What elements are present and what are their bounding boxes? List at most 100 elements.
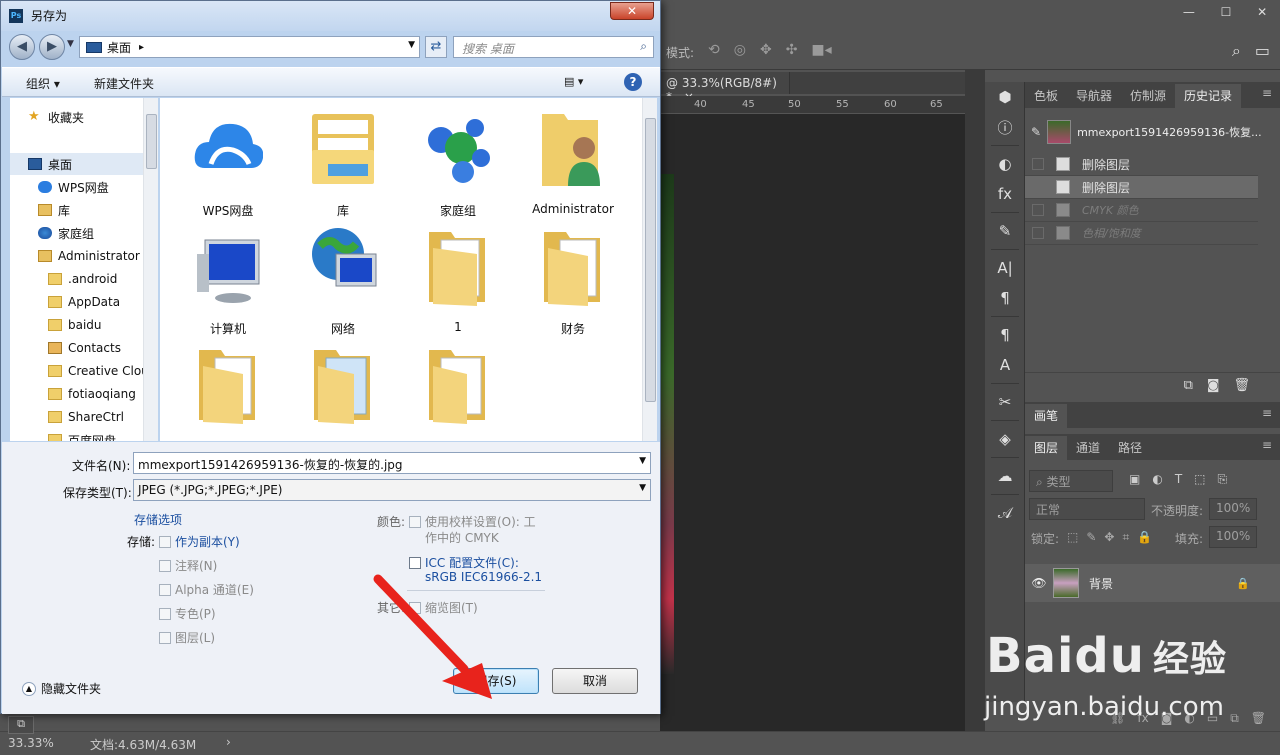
file-item-computer[interactable]: 计算机	[175, 216, 275, 336]
tab-paths[interactable]: 路径	[1109, 436, 1151, 460]
minimize-icon[interactable]: —	[1183, 5, 1195, 19]
slide-icon[interactable]: ✣	[786, 42, 798, 58]
maximize-icon[interactable]: ☐	[1221, 5, 1232, 19]
file-item-homegroup[interactable]: 家庭组	[405, 98, 505, 218]
file-item-folder[interactable]: 财务	[520, 216, 620, 336]
filetype-select[interactable]: JPEG (*.JPG;*.JPEG;*.JPE) ▼	[133, 479, 651, 501]
search-input[interactable]: 搜索 桌面 ⌕	[453, 36, 654, 58]
file-item-network[interactable]: 网络	[290, 216, 390, 336]
search-icon[interactable]: ⌕	[1232, 41, 1241, 61]
workspace-icon[interactable]: ▭	[1255, 41, 1270, 61]
new-document-icon[interactable]: ⧉	[1184, 378, 1193, 398]
glyphs-icon[interactable]: 𝒜	[985, 498, 1025, 528]
history-checkbox[interactable]	[1032, 227, 1044, 239]
tab-navigator[interactable]: 导航器	[1067, 84, 1121, 108]
layer-row[interactable]: 👁 背景 🔒	[1025, 564, 1280, 602]
eye-icon[interactable]: 👁	[1025, 576, 1053, 590]
paragraph-icon[interactable]: ¶	[985, 283, 1025, 313]
orbit-icon[interactable]: ⟲	[708, 42, 720, 58]
paragraph-styles-icon[interactable]: ¶	[985, 320, 1025, 350]
type-filter-icon[interactable]: T	[1175, 472, 1182, 487]
dropdown-icon[interactable]: ▼	[639, 483, 646, 493]
checkbox-box[interactable]	[159, 559, 171, 572]
lock-paint-icon[interactable]: ✎	[1086, 530, 1096, 545]
panel-menu-icon[interactable]: ≡	[1262, 438, 1272, 452]
checkbox-box[interactable]	[159, 631, 171, 644]
sidebar-item-folder[interactable]: Creative Cloud	[10, 360, 150, 382]
tool-presets-icon[interactable]: ✂	[985, 387, 1025, 417]
file-item-folder[interactable]	[175, 334, 275, 441]
tab-history[interactable]: 历史记录	[1175, 84, 1242, 108]
lock-all-icon[interactable]: 🔒	[1137, 530, 1152, 545]
refresh-button[interactable]: ⇄	[425, 36, 447, 58]
close-icon[interactable]: ✕	[1257, 5, 1267, 19]
history-checkbox[interactable]	[1032, 181, 1044, 193]
layer-filter-select[interactable]: ⌕ 类型	[1029, 470, 1113, 492]
panel-menu-icon[interactable]: ≡	[1262, 86, 1272, 100]
spot-color-checkbox[interactable]: 专色(P)	[159, 605, 216, 622]
panel-menu-icon[interactable]: ≡	[1262, 406, 1272, 420]
organize-button[interactable]: 组织 ▾	[26, 75, 60, 92]
adjust-filter-icon[interactable]: ◐	[1152, 472, 1162, 487]
close-button[interactable]: ✕	[610, 2, 654, 20]
recent-locations-icon[interactable]: ▼	[67, 39, 74, 49]
sidebar-item-homegroup[interactable]: 家庭组	[10, 222, 150, 244]
file-item-wps-drive[interactable]: WPS网盘	[175, 98, 275, 218]
blend-mode-select[interactable]: 正常	[1029, 498, 1145, 520]
roll-icon[interactable]: ◎	[734, 42, 746, 58]
checkbox-box[interactable]	[409, 556, 421, 569]
sidebar-item-folder[interactable]: 百度网盘	[10, 429, 150, 441]
sidebar-item-favorites[interactable]: ★ 收藏夹	[10, 106, 150, 128]
sidebar-item-administrator[interactable]: Administrator	[10, 245, 150, 267]
annotations-checkbox[interactable]: 注释(N)	[159, 557, 217, 574]
sidebar-item-folder[interactable]: .android	[10, 268, 150, 290]
tab-swatches[interactable]: 色板	[1025, 84, 1067, 108]
dropdown-icon[interactable]: ▼	[639, 456, 646, 466]
history-item[interactable]: 色相/饱和度	[1025, 222, 1258, 245]
sidebar-item-library[interactable]: 库	[10, 199, 150, 221]
file-view-scrollbar[interactable]	[642, 98, 657, 441]
shape-filter-icon[interactable]: ⬚	[1194, 472, 1205, 487]
history-snapshot[interactable]: ✎ mmexport1591426959136-恢复...	[1031, 120, 1262, 144]
screen-mode-icon[interactable]: ⧉	[8, 716, 34, 734]
collapse-arrow-icon[interactable]: ▲	[22, 681, 36, 696]
tab-clone-source[interactable]: 仿制源	[1121, 84, 1175, 108]
opacity-field[interactable]: 100%	[1209, 498, 1257, 520]
back-button[interactable]: ◀	[9, 34, 35, 60]
scrollbar-thumb[interactable]	[645, 118, 656, 402]
checkbox-box[interactable]	[409, 515, 421, 528]
sidebar-item-contacts[interactable]: Contacts	[10, 337, 150, 359]
sidebar-item-folder[interactable]: AppData	[10, 291, 150, 313]
history-item[interactable]: 删除图层	[1025, 153, 1258, 176]
view-options-icon[interactable]: ▤ ▾	[564, 75, 583, 88]
file-item-administrator[interactable]: Administrator	[520, 98, 620, 216]
canvas-area[interactable]	[660, 114, 965, 731]
hide-folders-toggle[interactable]: ▲ 隐藏文件夹	[22, 680, 101, 697]
proof-setup-checkbox[interactable]: 使用校样设置(O): 工	[409, 513, 536, 530]
forward-button[interactable]: ▶	[39, 34, 65, 60]
checkbox-box[interactable]	[159, 607, 171, 620]
sidebar-item-wps-drive[interactable]: WPS网盘	[10, 176, 150, 198]
file-item-folder[interactable]: 1	[405, 216, 505, 334]
adjustments-icon[interactable]: ◐	[985, 149, 1025, 179]
address-bar[interactable]: 桌面 ▸ ▼	[79, 36, 420, 58]
fill-field[interactable]: 100%	[1209, 526, 1257, 548]
pan-icon[interactable]: ✥	[760, 42, 772, 58]
checkbox-box[interactable]	[159, 535, 171, 548]
lock-artboard-icon[interactable]: ⌗	[1122, 530, 1129, 545]
cancel-button[interactable]: 取消	[552, 668, 638, 694]
checkbox-box[interactable]	[159, 583, 171, 596]
filename-field[interactable]: mmexport1591426959136-恢复的-恢复的.jpg ▼	[133, 452, 651, 474]
sidebar-item-folder[interactable]: ShareCtrl	[10, 406, 150, 428]
sidebar-scrollbar[interactable]	[143, 98, 158, 441]
tab-brush[interactable]: 画笔	[1025, 404, 1068, 428]
history-item[interactable]: CMYK 颜色	[1025, 199, 1258, 222]
video-icon[interactable]: ■◂	[811, 42, 831, 58]
new-folder-button[interactable]: 新建文件夹	[94, 75, 154, 92]
address-dropdown-icon[interactable]: ▼	[408, 40, 415, 50]
tab-layers[interactable]: 图层	[1025, 436, 1068, 460]
document-tab[interactable]: @ 33.3%(RGB/8#) * ×	[660, 72, 790, 104]
help-button[interactable]: ?	[624, 73, 642, 91]
lock-move-icon[interactable]: ✥	[1104, 530, 1114, 545]
sidebar-item-desktop[interactable]: 桌面	[10, 153, 150, 175]
